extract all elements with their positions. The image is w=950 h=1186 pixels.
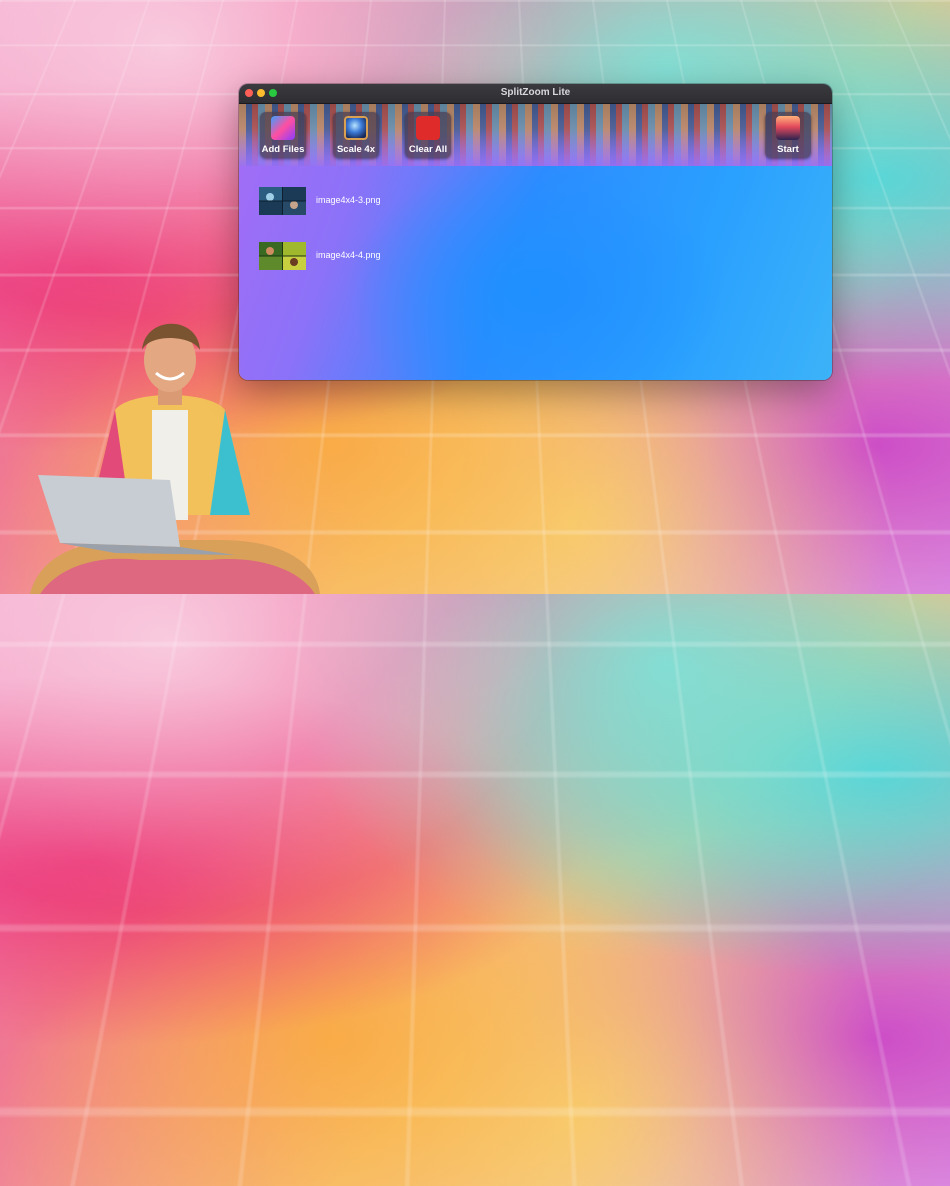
window-title: SplitZoom Lite [500,87,571,98]
start-label: Start [777,144,799,155]
scale-button[interactable]: Scale 4x [333,112,379,158]
file-name: image4x4-4.png [316,250,381,260]
start-button[interactable]: Start [765,112,811,158]
mountain-sunset-icon [776,116,800,140]
add-files-label: Add Files [261,144,305,155]
file-name: image4x4-3.png [316,195,381,205]
clear-all-label: Clear All [408,144,448,155]
app-window: SplitZoom Lite Add Files Scale 4x Clear … [239,84,832,380]
magnifier-lens-icon [344,116,368,140]
title-bar[interactable]: SplitZoom Lite [239,84,832,104]
header-banner [239,104,832,166]
clear-all-button[interactable]: Clear All [405,112,451,158]
add-files-icon [271,116,295,140]
scale-label: Scale 4x [336,144,376,155]
file-thumbnail [259,242,306,270]
trash-icon [416,116,440,140]
add-files-button[interactable]: Add Files [260,112,306,158]
file-thumbnail [259,187,306,215]
